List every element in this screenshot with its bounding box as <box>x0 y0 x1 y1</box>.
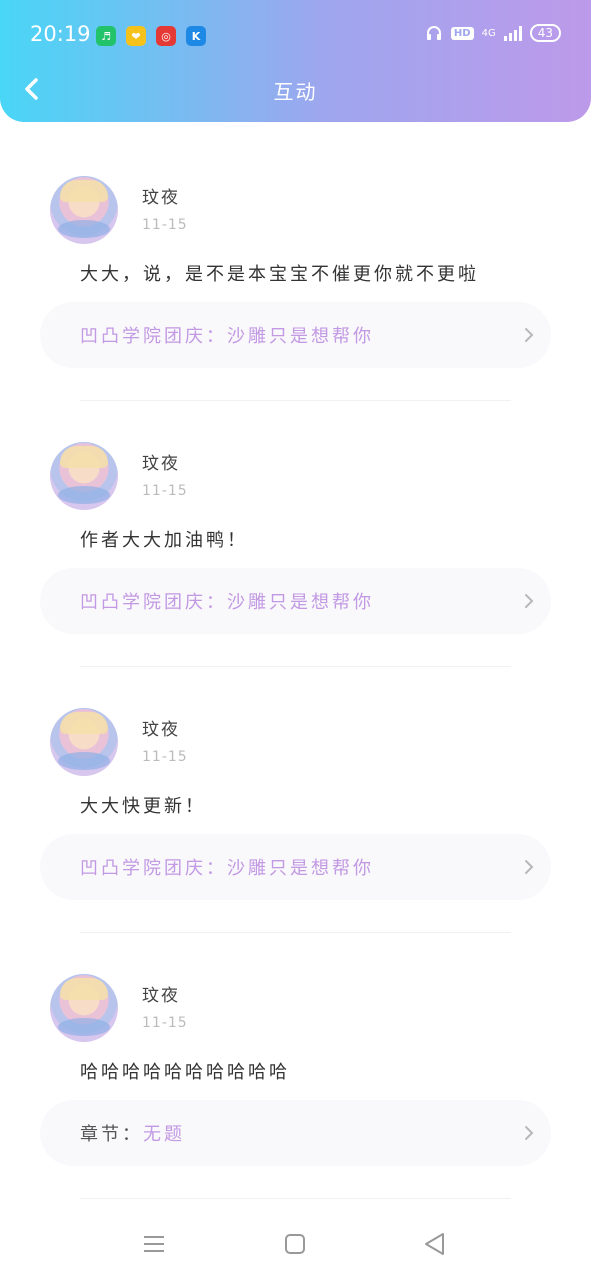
referenced-work-link[interactable]: 凹凸学院团庆：沙雕只是想帮你 <box>40 302 551 368</box>
comment-date: 11-15 <box>142 1015 188 1031</box>
avatar[interactable] <box>50 442 118 510</box>
page-title: 互动 <box>273 80 318 104</box>
kugou-app-icon: K <box>186 26 206 46</box>
status-time: 20:19 <box>30 22 91 46</box>
referenced-title: 凹凸学院团庆：沙雕只是想帮你 <box>80 588 374 614</box>
referenced-title: 凹凸学院团庆：沙雕只是想帮你 <box>80 322 374 348</box>
network-label: 4G <box>481 27 496 39</box>
chevron-right-icon <box>525 1126 534 1140</box>
referenced-chapter-link[interactable]: 章节：无题 <box>40 1100 551 1166</box>
avatar[interactable] <box>50 974 118 1042</box>
comment-card: 玟夜 11-15 作者大大加油鸭！ 凹凸学院团庆：沙雕只是想帮你 <box>0 406 591 672</box>
referenced-title: 章节：无题 <box>80 1120 185 1146</box>
avatar[interactable] <box>50 176 118 244</box>
comment-date: 11-15 <box>142 483 188 499</box>
commenter-name: 玟夜 <box>142 188 180 208</box>
divider <box>80 1198 511 1199</box>
battery-indicator: 43 <box>529 24 561 42</box>
commenter-name: 玟夜 <box>142 720 180 740</box>
status-bar: 20:19 ♬ ❤ ◎ K HD 4G 43 <box>0 0 591 72</box>
ref-prefix: 章节： <box>80 1124 143 1145</box>
system-navigation-bar <box>0 1210 591 1280</box>
referenced-work-link[interactable]: 凹凸学院团庆：沙雕只是想帮你 <box>40 834 551 900</box>
taobao-app-icon: ❤ <box>126 26 146 46</box>
netease-music-icon: ◎ <box>156 26 176 46</box>
comment-text: 大大快更新！ <box>80 796 206 817</box>
divider <box>80 666 511 667</box>
notification-icons: ♬ ❤ ◎ K <box>96 26 206 46</box>
system-icons: HD 4G 43 <box>425 24 561 42</box>
chevron-right-icon <box>525 328 534 342</box>
home-icon[interactable] <box>281 1230 309 1258</box>
hd-badge: HD <box>450 26 474 40</box>
commenter-name: 玟夜 <box>142 986 180 1006</box>
wechat-app-icon: ♬ <box>96 26 116 46</box>
comment-text: 大大，说，是不是本宝宝不催更你就不更啦 <box>80 264 479 285</box>
comment-text: 哈哈哈哈哈哈哈哈哈哈 <box>80 1062 290 1083</box>
ref-title: 无题 <box>143 1124 185 1145</box>
ref-title: 凹凸学院团庆：沙雕只是想帮你 <box>80 858 374 879</box>
chevron-right-icon <box>525 860 534 874</box>
comment-card: 玟夜 11-15 大大，说，是不是本宝宝不催更你就不更啦 凹凸学院团庆：沙雕只是… <box>0 140 591 406</box>
comment-date: 11-15 <box>142 749 188 765</box>
commenter-name: 玟夜 <box>142 454 180 474</box>
avatar[interactable] <box>50 708 118 776</box>
headphones-icon <box>426 26 441 40</box>
chevron-right-icon <box>525 594 534 608</box>
comment-card: 玟夜 11-15 哈哈哈哈哈哈哈哈哈哈 章节：无题 <box>0 938 591 1204</box>
ref-title: 凹凸学院团庆：沙雕只是想帮你 <box>80 326 374 347</box>
divider <box>80 400 511 401</box>
header-bar: 20:19 ♬ ❤ ◎ K HD 4G 43 互动 <box>0 0 591 122</box>
menu-icon[interactable] <box>140 1230 168 1258</box>
comment-card: 玟夜 11-15 大大快更新！ 凹凸学院团庆：沙雕只是想帮你 <box>0 672 591 938</box>
ref-title: 凹凸学院团庆：沙雕只是想帮你 <box>80 592 374 613</box>
back-triangle-icon[interactable] <box>421 1230 449 1258</box>
referenced-title: 凹凸学院团庆：沙雕只是想帮你 <box>80 854 374 880</box>
referenced-work-link[interactable]: 凹凸学院团庆：沙雕只是想帮你 <box>40 568 551 634</box>
comment-date: 11-15 <box>142 217 188 233</box>
signal-icon <box>503 25 522 41</box>
divider <box>80 932 511 933</box>
comment-text: 作者大大加油鸭！ <box>80 530 248 551</box>
